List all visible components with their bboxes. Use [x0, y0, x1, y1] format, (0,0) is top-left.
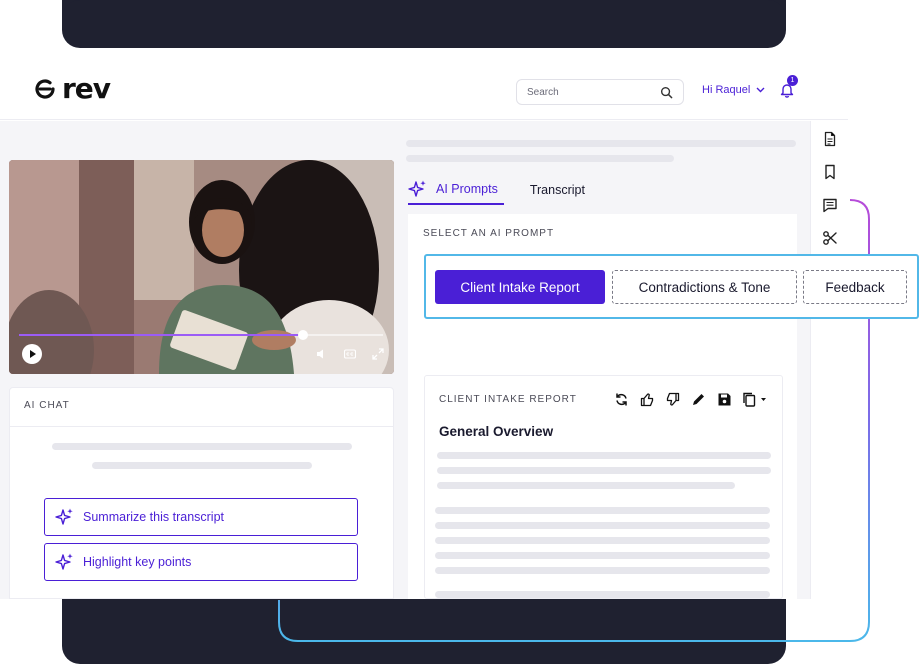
chip-label: Highlight key points	[83, 555, 192, 569]
loading-line	[435, 507, 770, 514]
highlight-key-points-button[interactable]: Highlight key points	[44, 543, 358, 581]
feedback-button[interactable]: Feedback	[803, 270, 907, 304]
background-panel-bottom	[62, 598, 786, 664]
fullscreen-icon[interactable]	[372, 348, 384, 360]
sparkle-icon	[55, 508, 73, 525]
video-progress-track[interactable]	[19, 330, 383, 340]
app-window: rev Search Hi Raquel 1 AI CHAT Summarize…	[0, 48, 848, 599]
tab-bar: AI Prompts Transcript	[408, 179, 585, 205]
loading-line	[435, 552, 770, 559]
video-player[interactable]	[9, 160, 394, 374]
bookmark-icon[interactable]	[822, 164, 838, 180]
loading-line	[435, 537, 770, 544]
loading-line	[52, 443, 352, 450]
loading-line	[437, 467, 771, 474]
scissors-icon[interactable]	[822, 230, 838, 246]
tab-ai-prompts[interactable]: AI Prompts	[408, 179, 504, 205]
thumbs-up-icon[interactable]	[640, 392, 655, 407]
logo-wordmark: rev	[62, 72, 111, 105]
loading-line	[435, 522, 770, 529]
captions-icon[interactable]	[344, 348, 356, 360]
summarize-transcript-button[interactable]: Summarize this transcript	[44, 498, 358, 536]
chip-label: Summarize this transcript	[83, 510, 225, 524]
contradictions-tone-button[interactable]: Contradictions & Tone	[612, 270, 797, 304]
comment-icon[interactable]	[822, 197, 838, 213]
sparkle-icon	[408, 180, 426, 197]
report-card: CLIENT INTAKE REPORT General Overview	[424, 375, 783, 599]
client-intake-report-button[interactable]: Client Intake Report	[435, 270, 605, 304]
header: rev Search Hi Raquel 1	[0, 48, 848, 120]
ai-chat-title: AI CHAT	[24, 400, 70, 411]
user-greeting: Hi Raquel	[702, 84, 751, 96]
document-icon[interactable]	[822, 131, 838, 147]
report-label: CLIENT INTAKE REPORT	[439, 394, 577, 405]
search-placeholder: Search	[527, 86, 559, 98]
video-progress-fill	[19, 334, 303, 336]
tab-label: AI Prompts	[436, 182, 498, 196]
loading-line	[406, 140, 796, 147]
tab-label: Transcript	[529, 183, 585, 197]
sparkle-icon	[55, 553, 73, 570]
play-button[interactable]	[22, 344, 42, 364]
chevron-down-icon	[756, 87, 765, 93]
copy-icon[interactable]	[742, 392, 768, 407]
stage: rev Search Hi Raquel 1 AI CHAT Summarize…	[0, 0, 920, 665]
background-panel-top	[62, 0, 786, 48]
rev-logo[interactable]: rev	[34, 72, 111, 105]
notification-badge: 1	[787, 75, 798, 86]
ai-chat-panel: AI CHAT Summarize this transcript Highli…	[9, 387, 394, 599]
search-input[interactable]: Search	[516, 79, 684, 105]
loading-line	[437, 452, 771, 459]
refresh-icon[interactable]	[614, 392, 629, 407]
video-frame	[9, 160, 394, 374]
edit-icon[interactable]	[691, 392, 706, 407]
volume-icon[interactable]	[316, 348, 328, 360]
loading-line	[437, 482, 735, 489]
loading-line	[92, 462, 312, 469]
loading-line	[406, 155, 674, 162]
panel-label: SELECT AN AI PROMPT	[423, 228, 555, 239]
loading-line	[435, 591, 770, 598]
video-scrubber-handle[interactable]	[297, 330, 308, 340]
tab-transcript[interactable]: Transcript	[530, 179, 585, 205]
right-toolbar	[810, 121, 848, 599]
report-heading: General Overview	[439, 424, 554, 439]
user-menu[interactable]: Hi Raquel	[702, 84, 765, 96]
save-icon[interactable]	[717, 392, 732, 407]
divider	[10, 426, 393, 427]
search-icon	[660, 86, 673, 98]
rev-logo-icon	[35, 79, 55, 99]
thumbs-down-icon[interactable]	[665, 392, 680, 407]
play-icon	[30, 350, 36, 358]
prompt-selector: Client Intake Report Contradictions & To…	[424, 254, 919, 319]
loading-line	[435, 567, 770, 574]
